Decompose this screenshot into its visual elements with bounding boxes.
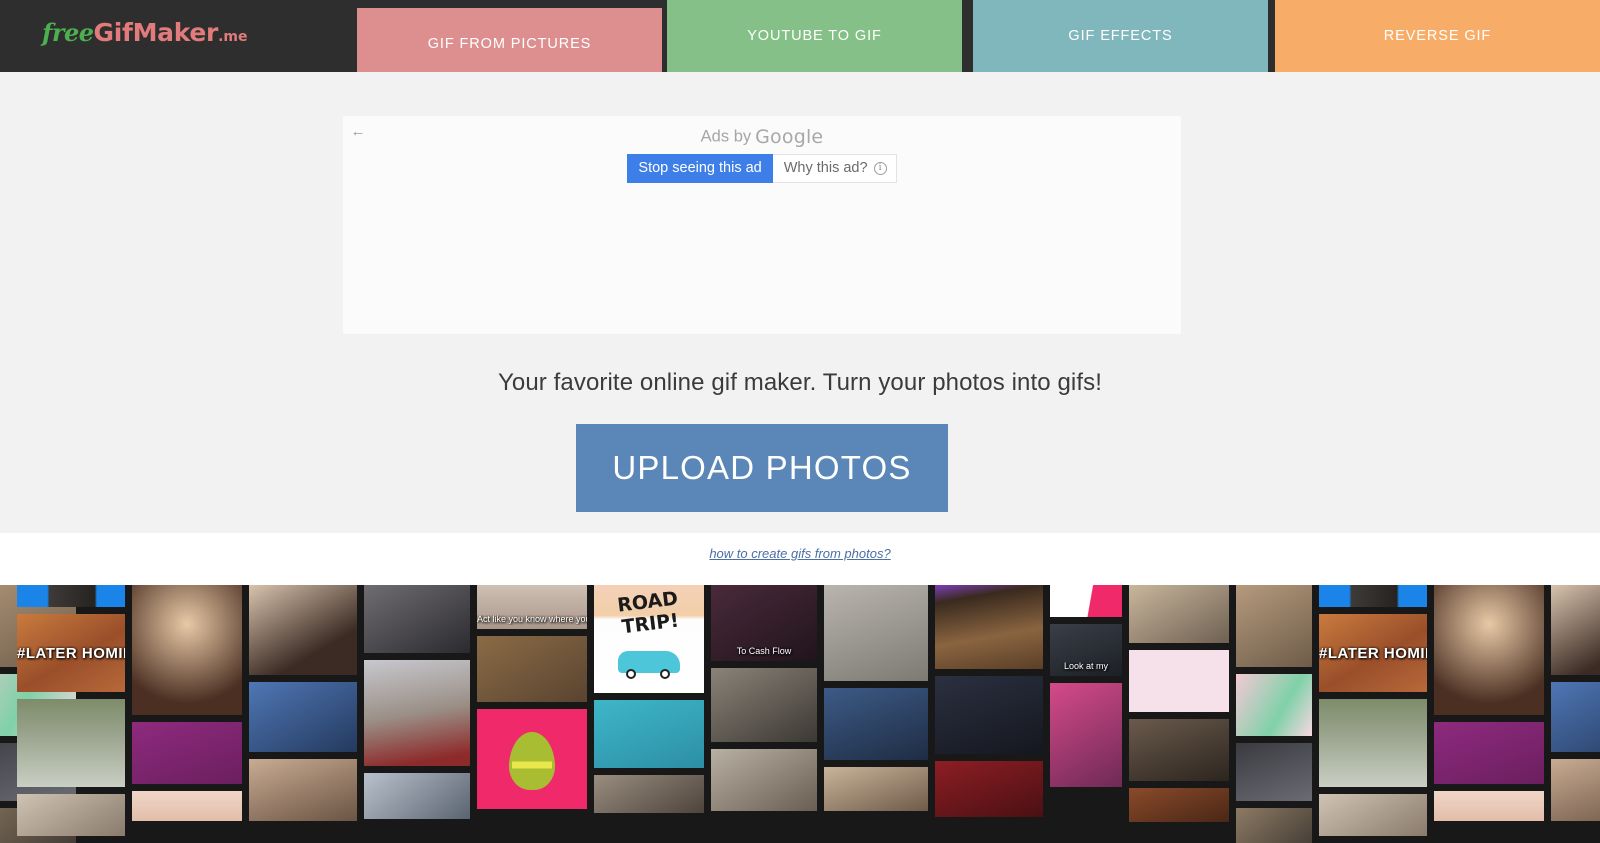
why-this-ad-label: Why this ad? (783, 160, 868, 176)
tile-caption: Look at my (1063, 662, 1109, 672)
collage-column (249, 585, 357, 828)
collage-tile[interactable] (364, 585, 470, 653)
collage-tile[interactable] (1129, 719, 1229, 781)
collage-tile[interactable] (1129, 650, 1229, 712)
google-wordmark: Google (755, 126, 824, 148)
advertisement-panel: ← Ads by Google Stop seeing this ad Why t… (343, 116, 1181, 334)
collage-tile[interactable] (477, 636, 587, 702)
collage-tile[interactable] (249, 682, 357, 752)
collage-column: Act like you know where you're goin' (477, 585, 587, 816)
collage-column: #LATER HOMIES (1319, 585, 1427, 843)
collage-tile[interactable] (1236, 674, 1312, 736)
collage-tile[interactable] (935, 761, 1043, 817)
tab-gif-effects[interactable]: GIF EFFECTS (973, 0, 1268, 72)
collage-column (364, 585, 470, 826)
tab-youtube-to-gif[interactable]: YOUTUBE TO GIF (667, 0, 962, 72)
stop-seeing-ad-button[interactable]: Stop seeing this ad (627, 154, 773, 183)
main-content: ← Ads by Google Stop seeing this ad Why t… (0, 72, 1600, 533)
page-tagline: Your favorite online gif maker. Turn you… (497, 369, 1102, 396)
collage-tile[interactable] (1129, 585, 1229, 643)
collage-tile[interactable] (477, 709, 587, 809)
collage-tile[interactable] (249, 585, 357, 675)
collage-tiles: #LATER HOMIES Act like you know where (0, 585, 1600, 843)
collage-tile[interactable] (1434, 585, 1544, 715)
collage-tile[interactable]: #LATER HOMIES (17, 614, 125, 692)
tab-gif-from-pictures[interactable]: GIF FROM PICTURES (357, 8, 662, 80)
collage-tile[interactable] (1050, 585, 1122, 617)
collage-tile[interactable] (17, 699, 125, 787)
collage-column: To Cash Flow (711, 585, 817, 818)
pear-band (512, 761, 552, 769)
collage-tile[interactable] (935, 676, 1043, 754)
collage-tile[interactable]: ROAD TRIP! (594, 585, 704, 693)
collage-tile[interactable] (1236, 808, 1312, 843)
collage-tile[interactable] (1319, 794, 1427, 836)
collage-tile[interactable] (594, 700, 704, 768)
collage-tile[interactable]: Act like you know where you're goin' (477, 585, 587, 629)
collage-tile[interactable] (1236, 585, 1312, 667)
collage-tile[interactable]: To Cash Flow (711, 585, 817, 661)
collage-tile[interactable] (1434, 791, 1544, 821)
collage-column: #LATER HOMIES (17, 585, 125, 843)
tile-caption: To Cash Flow (736, 647, 792, 657)
car-wheel-icon (626, 669, 636, 679)
ads-by-text: Ads by (700, 127, 752, 146)
collage-tile[interactable] (1434, 722, 1544, 784)
collage-column (132, 585, 242, 828)
collage-column: Look at my (1050, 585, 1122, 794)
collage-tile[interactable] (935, 585, 1043, 669)
car-wheel-icon (660, 669, 670, 679)
tile-caption: Act like you know where you're goin' (477, 615, 587, 625)
collage-tile[interactable] (17, 794, 125, 836)
collage-column (1551, 585, 1600, 828)
tile-caption: #LATER HOMIES (17, 645, 125, 662)
collage-column (1129, 585, 1229, 829)
collage-tile[interactable] (1319, 585, 1427, 607)
why-this-ad-button[interactable]: Why this ad? i (772, 154, 897, 183)
collage-tile[interactable] (711, 749, 817, 811)
collage-tile[interactable] (1319, 699, 1427, 787)
collage-column: ROAD TRIP! (594, 585, 704, 820)
collage-column (1434, 585, 1544, 828)
collage-tile[interactable] (132, 791, 242, 821)
ads-by-google-label: Ads by Google (343, 126, 1181, 148)
link-strip: how to create gifs from photos? (0, 533, 1600, 585)
ad-controls: Stop seeing this ad Why this ad? i (343, 154, 1181, 183)
collage-tile[interactable] (1129, 788, 1229, 822)
collage-tile[interactable] (17, 585, 125, 607)
road-trip-caption: ROAD TRIP! (616, 587, 681, 639)
tile-caption: #LATER HOMIES (1319, 645, 1427, 662)
collage-tile[interactable]: Look at my (1050, 624, 1122, 676)
collage-tile[interactable] (132, 722, 242, 784)
collage-column (0, 585, 76, 843)
collage-tile[interactable] (132, 585, 242, 715)
collage-tile[interactable] (1551, 585, 1600, 675)
collage-tile[interactable] (1551, 682, 1600, 752)
collage-tile[interactable] (824, 767, 928, 811)
info-icon: i (873, 161, 887, 175)
collage-tile[interactable] (364, 660, 470, 766)
how-to-create-gifs-link[interactable]: how to create gifs from photos? (0, 546, 1600, 561)
collage-tile[interactable] (249, 759, 357, 821)
tab-reverse-gif[interactable]: REVERSE GIF (1275, 0, 1600, 72)
upload-photos-button[interactable]: UPLOAD PHOTOS (576, 424, 948, 512)
collage-column (1236, 585, 1312, 843)
collage-column (824, 585, 928, 818)
collage-tile[interactable] (1551, 759, 1600, 821)
collage-tile[interactable] (1050, 683, 1122, 787)
gif-collage-strip: #LATER HOMIES Act like you know where (0, 585, 1600, 843)
collage-tile[interactable] (1236, 743, 1312, 801)
collage-tile[interactable] (594, 775, 704, 813)
collage-tile[interactable] (824, 688, 928, 760)
collage-tile[interactable] (364, 773, 470, 819)
collage-tile[interactable] (824, 585, 928, 681)
collage-tile[interactable]: #LATER HOMIES (1319, 614, 1427, 692)
collage-column (935, 585, 1043, 824)
collage-tile[interactable] (711, 668, 817, 742)
